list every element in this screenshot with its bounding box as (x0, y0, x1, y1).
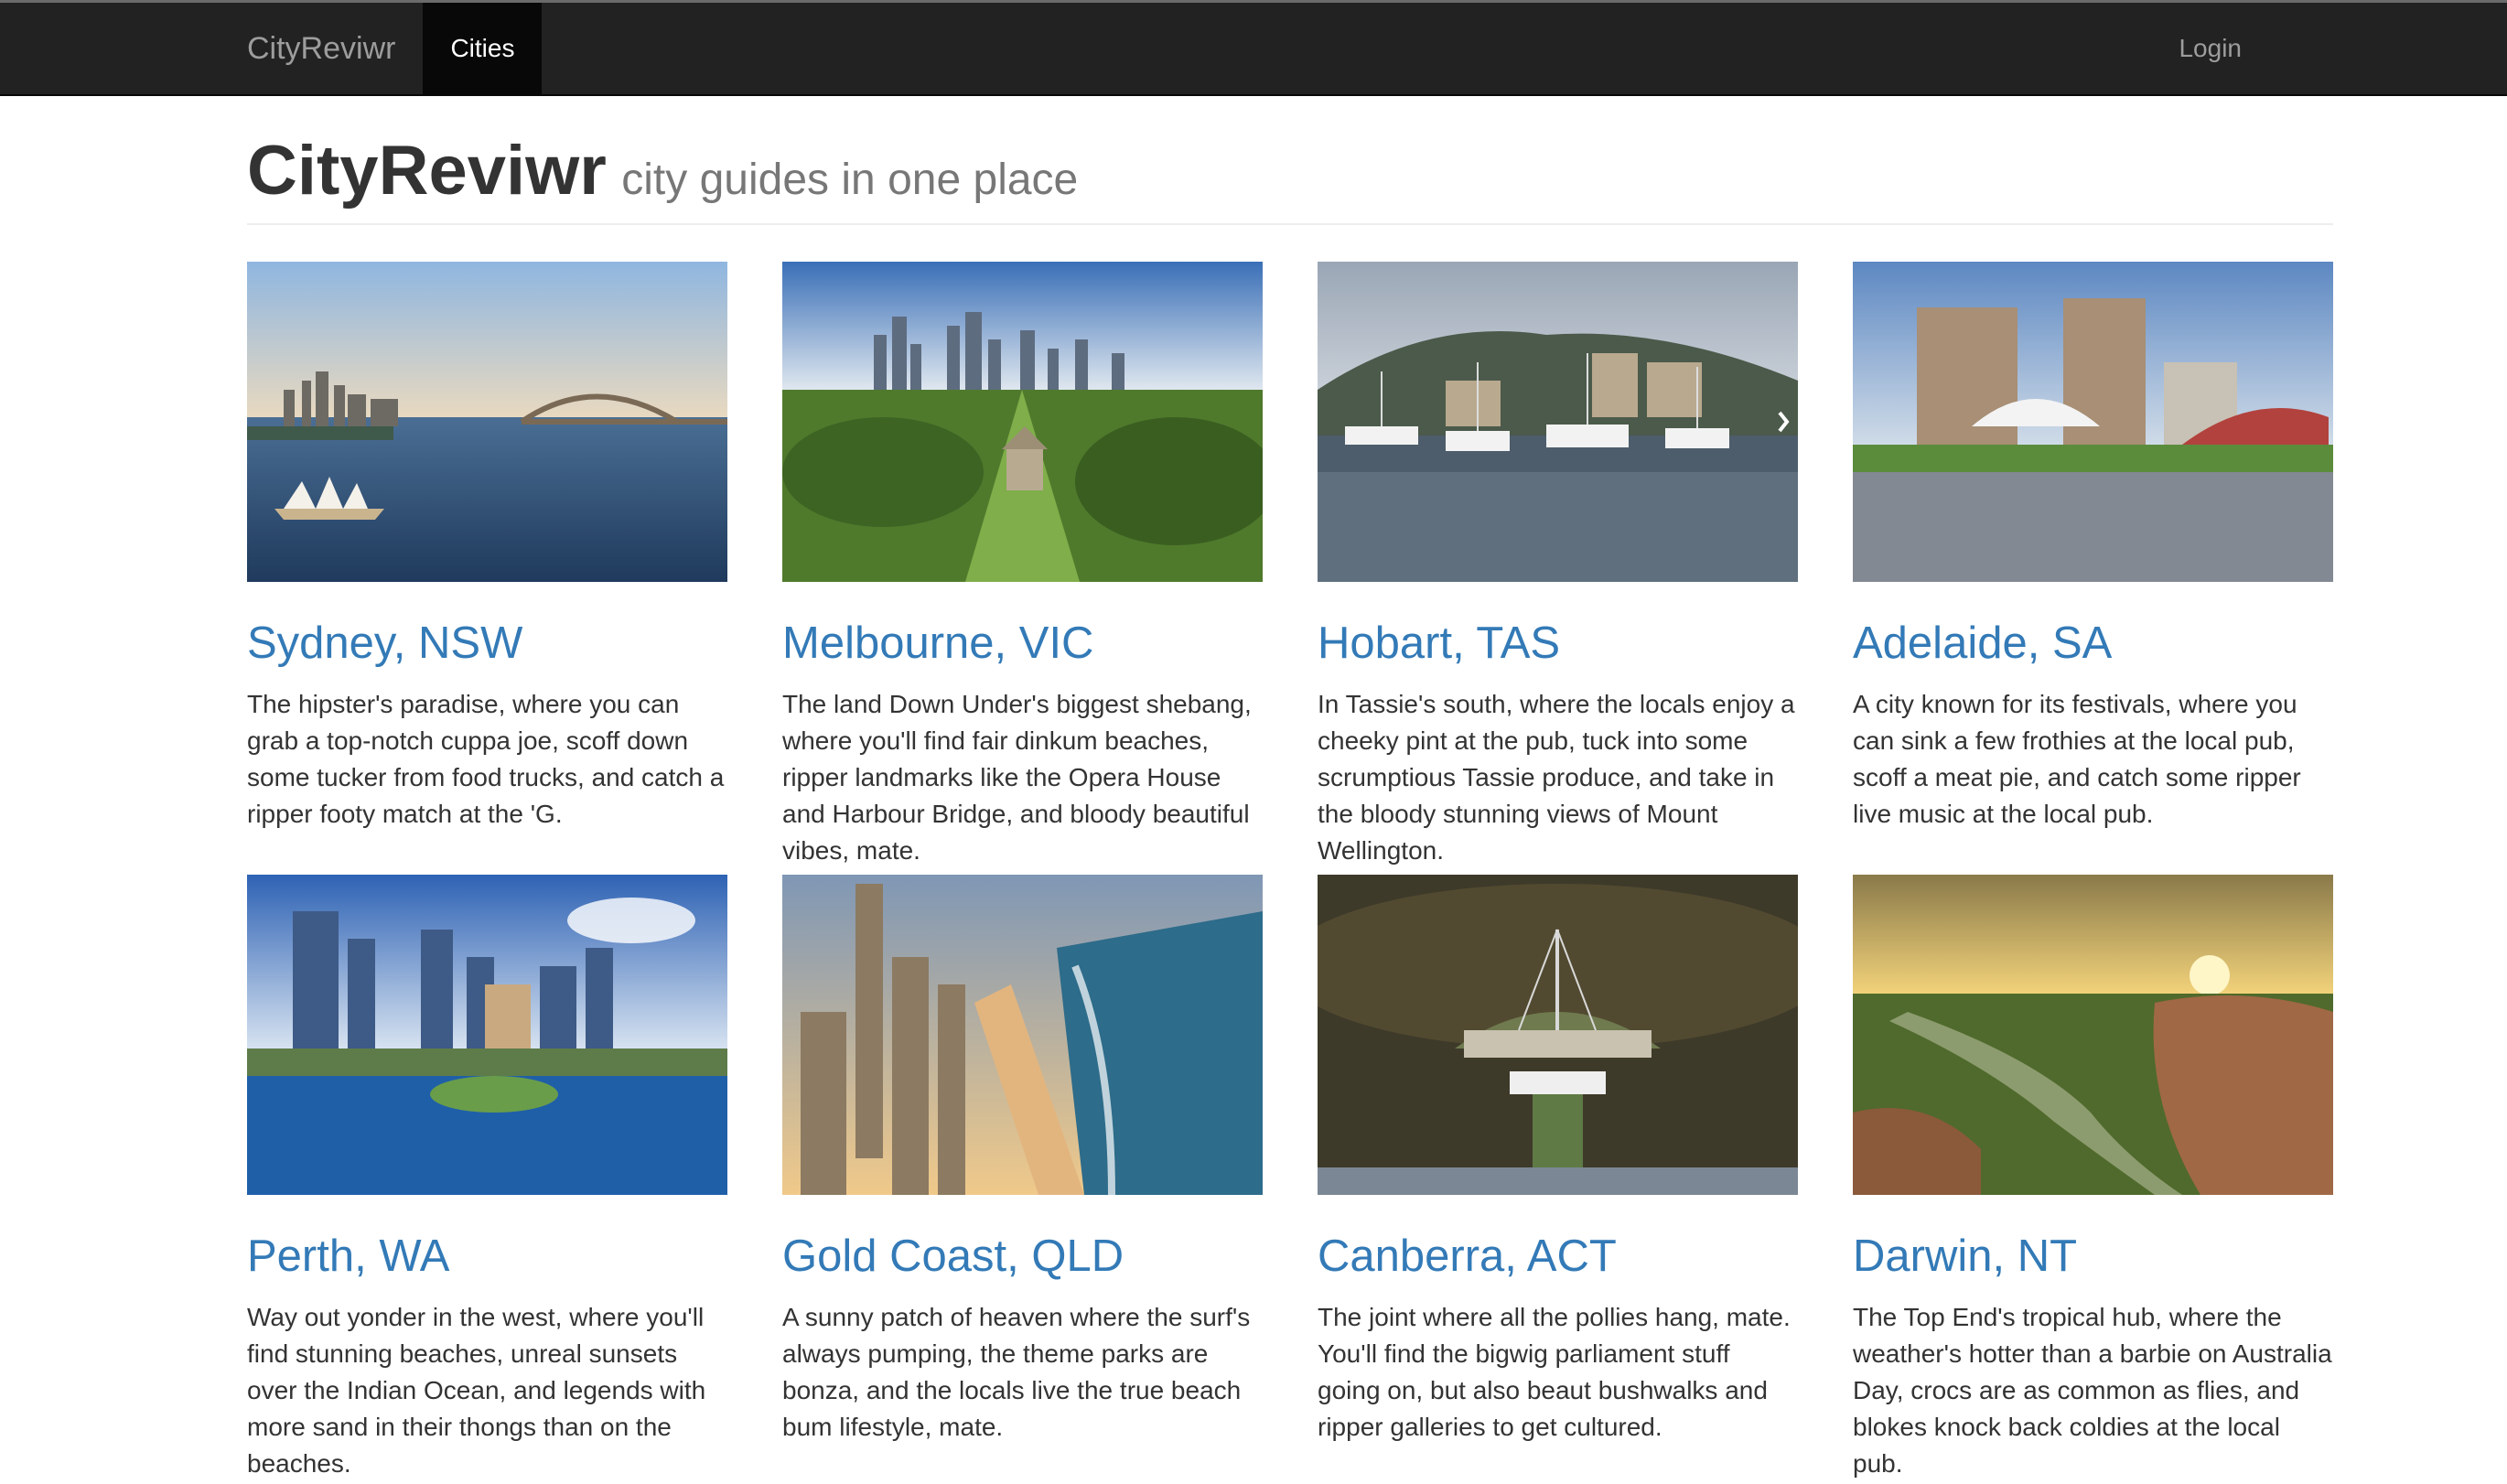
login-link[interactable]: Login (2179, 3, 2242, 94)
city-title-gold-coast[interactable]: Gold Coast, QLD (782, 1230, 1263, 1283)
city-description-gold-coast: A sunny patch of heaven where the surf's… (782, 1303, 1251, 1441)
page-title: CityReviwr (247, 132, 607, 210)
city-title-sydney[interactable]: Sydney, NSW (247, 617, 727, 670)
city-description-darwin: The Top End's tropical hub, where the we… (1853, 1303, 2332, 1478)
city-title-darwin[interactable]: Darwin, NT (1853, 1230, 2333, 1283)
city-description-perth: Way out yonder in the west, where you'll… (247, 1303, 706, 1478)
city-description-hobart: In Tassie's south, where the locals enjo… (1318, 690, 1795, 865)
nav-item-cities[interactable]: Cities (423, 3, 543, 94)
city-card-perth: Perth, WA Way out yonder in the west, wh… (247, 875, 727, 1482)
city-image-hobart[interactable] (1318, 262, 1798, 582)
city-card-darwin: Darwin, NT The Top End's tropical hub, w… (1853, 875, 2333, 1482)
city-description-canberra: The joint where all the pollies hang, ma… (1318, 1303, 1791, 1441)
city-title-adelaide[interactable]: Adelaide, SA (1853, 617, 2333, 670)
city-image-sydney[interactable] (247, 262, 727, 582)
page-subtitle: city guides in one place (621, 156, 1079, 204)
city-description-adelaide: A city known for its festivals, where yo… (1853, 690, 2301, 828)
city-description-melbourne: The land Down Under's biggest shebang, w… (782, 690, 1252, 865)
city-title-perth[interactable]: Perth, WA (247, 1230, 727, 1283)
city-card-gold-coast: Gold Coast, QLD A sunny patch of heaven … (782, 875, 1263, 1446)
navbar: CityReviwr Cities Login (0, 3, 2507, 96)
city-card-adelaide: Adelaide, SA A city known for its festiv… (1853, 262, 2333, 833)
city-card-hobart: Hobart, TAS In Tassie's south, where the… (1318, 262, 1798, 869)
city-card-melbourne: Melbourne, VIC The land Down Under's big… (782, 262, 1263, 869)
page-header: CityReviwr city guides in one place (247, 131, 2333, 225)
city-description-sydney: The hipster's paradise, where you can gr… (247, 690, 725, 828)
city-image-canberra[interactable] (1318, 875, 1798, 1195)
city-card-canberra: Canberra, ACT The joint where all the po… (1318, 875, 1798, 1446)
city-image-gold-coast[interactable] (782, 875, 1263, 1195)
city-title-canberra[interactable]: Canberra, ACT (1318, 1230, 1798, 1283)
city-title-melbourne[interactable]: Melbourne, VIC (782, 617, 1263, 670)
city-image-perth[interactable] (247, 875, 727, 1195)
navbar-brand[interactable]: CityReviwr (247, 3, 395, 94)
main-container: CityReviwr city guides in one place Sydn… (247, 96, 2333, 1478)
city-image-adelaide[interactable] (1853, 262, 2333, 582)
city-image-melbourne[interactable] (782, 262, 1263, 582)
city-image-darwin[interactable] (1853, 875, 2333, 1195)
city-card-sydney: Sydney, NSW The hipster's paradise, wher… (247, 262, 727, 833)
city-title-hobart[interactable]: Hobart, TAS (1318, 617, 1798, 670)
